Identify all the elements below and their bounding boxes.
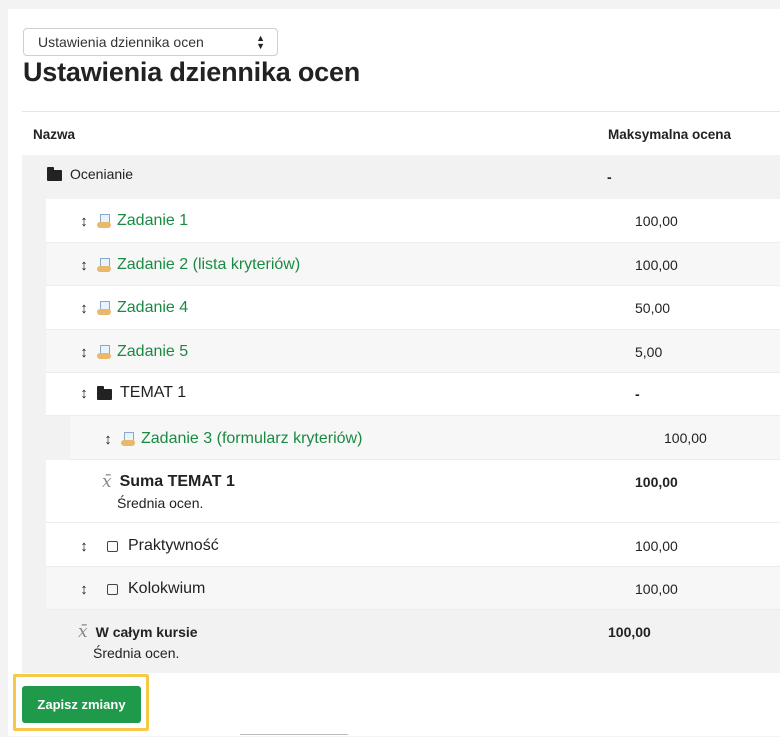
report-selector-value: Ustawienia dziennika ocen xyxy=(38,34,204,50)
move-handle-icon[interactable]: ↕ xyxy=(79,300,89,317)
category-name: Ocenianie xyxy=(70,166,134,182)
grade-item-link[interactable]: Zadanie 1 xyxy=(117,212,188,230)
grade-item-name: Praktywność xyxy=(128,537,219,554)
grade-item-link[interactable]: Zadanie 2 (lista kryteriów) xyxy=(117,256,300,274)
subcategory-total-name: Suma TEMAT 1 xyxy=(119,473,235,490)
grade-item-link[interactable]: Zadanie 4 xyxy=(117,299,188,317)
grade-item-max: 50,00 xyxy=(635,300,671,316)
category-max: - xyxy=(607,169,612,185)
grade-item-row: ↕ Zadanie 5 5,00 xyxy=(46,330,780,373)
course-total-max: 100,00 xyxy=(608,624,651,640)
grade-item-link[interactable]: Zadanie 5 xyxy=(117,343,188,361)
report-selector[interactable]: Ustawienia dziennika ocen ▲ ▼ xyxy=(23,28,278,56)
column-header-name: Nazwa xyxy=(33,126,76,142)
grade-item-row: ↕ Zadanie 3 (formularz kryteriów) 100,00 xyxy=(70,416,780,460)
mean-icon: x̄ xyxy=(78,622,88,642)
assignment-icon xyxy=(97,214,111,228)
move-handle-icon[interactable]: ↕ xyxy=(79,213,89,230)
manual-item-icon xyxy=(107,583,118,595)
select-arrows-icon: ▲ ▼ xyxy=(256,33,265,51)
grade-item-row: ↕ Kolokwium 100,00 xyxy=(46,567,780,610)
folder-icon xyxy=(97,385,112,400)
subcategory-total-max: 100,00 xyxy=(635,474,678,490)
grade-item-row: ↕ Praktywność 100,00 xyxy=(46,523,780,567)
grade-item-max: 100,00 xyxy=(635,257,678,273)
move-handle-icon[interactable]: ↕ xyxy=(79,581,89,598)
column-header-max-grade: Maksymalna ocena xyxy=(608,126,732,142)
aggregation-note: Średnia ocen. xyxy=(93,645,180,661)
grade-item-max: 100,00 xyxy=(664,430,707,446)
folder-icon xyxy=(47,166,62,181)
grade-item-link[interactable]: Zadanie 3 (formularz kryteriów) xyxy=(141,430,362,448)
subcategory-name: TEMAT 1 xyxy=(120,384,187,401)
move-handle-icon[interactable]: ↕ xyxy=(79,538,89,555)
assignment-icon xyxy=(97,258,111,272)
assignment-icon xyxy=(97,345,111,359)
manual-item-icon xyxy=(107,540,118,552)
gradebook-setup-table: Nazwa Maksymalna ocena xyxy=(22,111,780,157)
course-total-row: x̄ W całym kursie Średnia ocen. 100,00 xyxy=(22,610,780,673)
course-total-name: W całym kursie xyxy=(95,624,198,640)
subcategory-max: - xyxy=(635,386,640,402)
grade-item-max: 5,00 xyxy=(635,344,663,360)
assignment-icon xyxy=(97,301,111,315)
move-handle-icon[interactable]: ↕ xyxy=(103,431,113,448)
save-changes-button[interactable]: Zapisz zmiany xyxy=(22,686,141,723)
grade-item-row: ↕ Zadanie 2 (lista kryteriów) 100,00 xyxy=(46,243,780,286)
move-handle-icon[interactable]: ↕ xyxy=(79,385,89,402)
grade-item-max: 100,00 xyxy=(635,538,678,554)
subcategory-total-row: x̄ Suma TEMAT 1 Średnia ocen. 100,00 xyxy=(46,460,780,523)
page-title: Ustawienia dziennika ocen xyxy=(23,57,361,87)
assignment-icon xyxy=(121,432,135,446)
subcategory-row: ↕ TEMAT 1 - xyxy=(46,373,780,416)
move-handle-icon[interactable]: ↕ xyxy=(79,344,89,361)
aggregation-note: Średnia ocen. xyxy=(117,495,204,511)
category-row: Ocenianie - xyxy=(22,155,780,199)
grade-item-row: ↕ Zadanie 4 50,00 xyxy=(46,286,780,330)
grade-item-max: 100,00 xyxy=(635,581,678,597)
grade-item-name: Kolokwium xyxy=(128,580,206,597)
move-handle-icon[interactable]: ↕ xyxy=(79,257,89,274)
mean-icon: x̄ xyxy=(102,472,112,492)
grade-item-row: ↕ Zadanie 1 100,00 xyxy=(46,199,780,243)
grade-item-max: 100,00 xyxy=(635,213,678,229)
table-header: Nazwa Maksymalna ocena xyxy=(22,111,780,157)
